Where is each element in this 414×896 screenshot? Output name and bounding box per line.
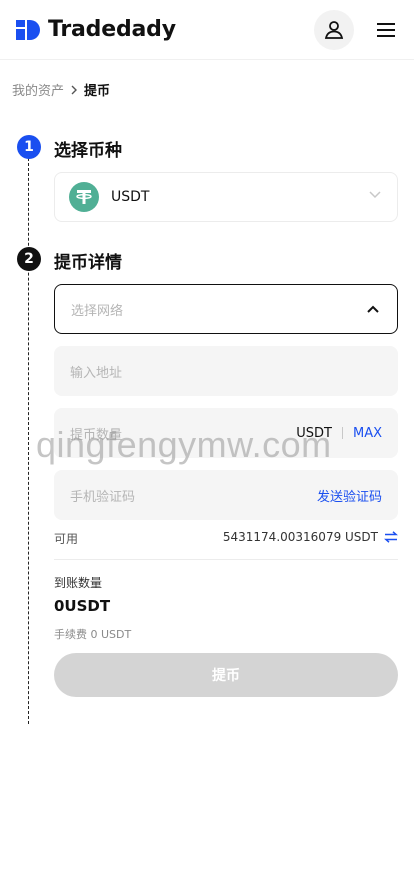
chevron-up-icon xyxy=(367,305,379,313)
step-2-title: 提币详情 xyxy=(54,253,122,273)
available-label: 可用 xyxy=(54,532,79,546)
sms-code-suffix: 发送验证码 xyxy=(317,486,382,505)
brand-logo-icon xyxy=(16,19,40,40)
max-button[interactable]: MAX xyxy=(353,426,382,441)
step-1-title: 选择币种 xyxy=(54,141,122,161)
user-icon xyxy=(324,21,344,39)
amount-placeholder: 提币数量 xyxy=(70,427,123,443)
receive-label: 到账数量 xyxy=(54,576,103,590)
breadcrumb-my-assets[interactable]: 我的资产 xyxy=(12,80,64,99)
tether-icon xyxy=(69,182,99,212)
step-2-badge: 2 xyxy=(17,247,41,271)
breadcrumb-current: 提币 xyxy=(84,84,111,99)
brand-logo[interactable]: Tradedady xyxy=(16,17,176,42)
available-value-group: 5431174.00316079 USDT xyxy=(223,530,398,544)
available-balance-row: 可用 5431174.00316079 USDT xyxy=(54,530,398,560)
address-placeholder: 输入地址 xyxy=(70,365,123,381)
receive-amount: 0USDT xyxy=(54,597,111,615)
chevron-down-icon xyxy=(369,191,381,199)
hamburger-menu-button[interactable] xyxy=(374,18,398,42)
amount-suffix: USDT MAX xyxy=(296,426,382,441)
divider xyxy=(341,427,343,439)
network-placeholder: 选择网络 xyxy=(71,303,124,319)
network-select[interactable]: 选择网络 xyxy=(54,284,398,334)
top-header: Tradedady xyxy=(0,0,414,60)
amount-input[interactable]: 提币数量 USDT MAX xyxy=(54,408,398,458)
sms-code-placeholder: 手机验证码 xyxy=(70,489,136,505)
hamburger-menu-icon xyxy=(377,23,395,37)
user-button[interactable] xyxy=(314,10,354,50)
step-connector-line xyxy=(28,158,29,724)
transfer-icon[interactable] xyxy=(384,531,398,543)
withdraw-submit-button[interactable]: 提币 xyxy=(54,653,398,697)
amount-unit: USDT xyxy=(296,425,332,441)
sms-code-input[interactable]: 手机验证码 发送验证码 xyxy=(54,470,398,520)
brand-name: Tradedady xyxy=(48,17,176,42)
fee-text: 手续费 0 USDT xyxy=(54,628,132,641)
available-value: 5431174.00316079 USDT xyxy=(222,530,378,544)
step-1-badge: 1 xyxy=(17,135,41,159)
coin-name: USDT xyxy=(111,189,150,205)
send-code-button[interactable]: 发送验证码 xyxy=(317,486,382,505)
chevron-right-icon xyxy=(70,85,78,95)
coin-select[interactable]: USDT xyxy=(54,172,398,222)
address-input[interactable]: 输入地址 xyxy=(54,346,398,396)
breadcrumb: 我的资产 提币 xyxy=(12,80,110,99)
